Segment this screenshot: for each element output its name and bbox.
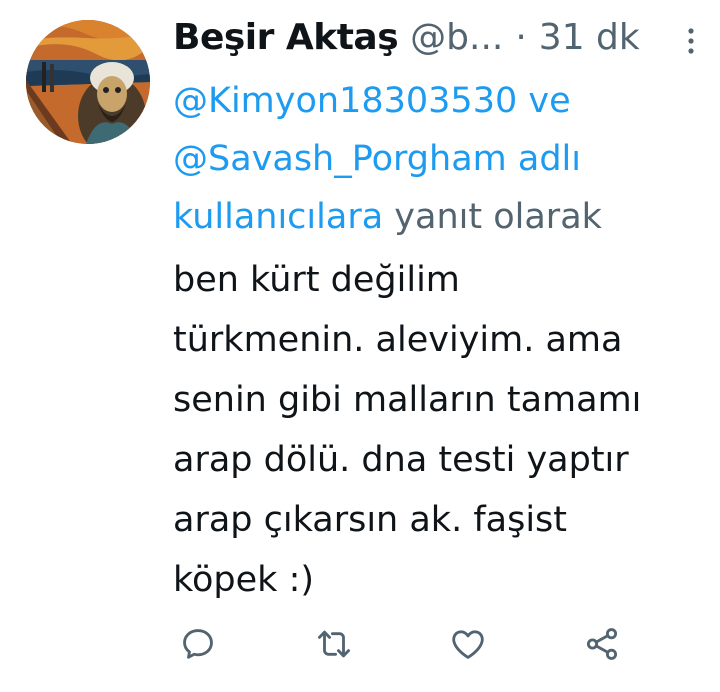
heart-icon — [452, 630, 484, 659]
reply-mention-2[interactable]: @Savash_Porgham — [173, 139, 507, 179]
reply-button[interactable] — [176, 622, 220, 666]
tweet[interactable]: Beşir Aktaş @b... · 31 dk @Kimyon1830353… — [0, 0, 720, 692]
reply-mention-1[interactable]: @Kimyon18303530 — [173, 81, 517, 121]
tweet-timestamp[interactable]: 31 dk — [539, 17, 640, 58]
tweet-body: ben kürt değilim türkmenin. aleviyim. am… — [173, 260, 642, 600]
avatar-image — [26, 20, 150, 144]
reply-context: @Kimyon18303530 ve @Savash_Porgham adlı … — [173, 72, 673, 246]
retweet-button[interactable] — [312, 622, 356, 666]
like-button[interactable] — [446, 622, 490, 666]
author-handle[interactable]: @b... — [410, 17, 503, 58]
avatar[interactable] — [26, 20, 150, 144]
reply-joiner[interactable]: ve — [528, 81, 570, 121]
header-separator: · — [515, 16, 527, 58]
tweet-header: Beşir Aktaş @b... · 31 dk — [173, 14, 703, 60]
reply-icon — [183, 629, 213, 659]
more-options-icon[interactable] — [681, 24, 701, 54]
tweet-actions — [172, 622, 632, 668]
share-icon — [586, 628, 618, 660]
retweet-icon — [318, 630, 350, 658]
author-display-name[interactable]: Beşir Aktaş — [173, 17, 399, 58]
reply-suffix-text: yanıt olarak — [394, 197, 602, 237]
share-button[interactable] — [580, 622, 624, 666]
